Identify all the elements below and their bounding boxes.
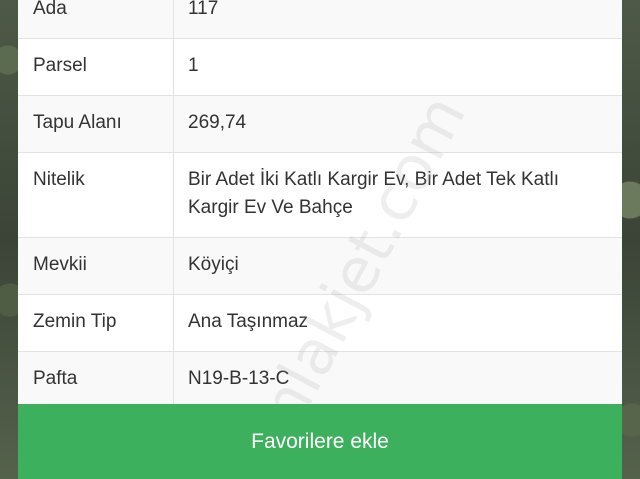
row-value: Ana Taşınmaz: [188, 311, 309, 332]
row-value: 117: [188, 0, 219, 19]
row-label: Parsel: [33, 55, 87, 76]
row-label: Zemin Tip: [33, 311, 117, 332]
table-row-pafta: Pafta N19-B-13-C: [18, 351, 622, 409]
table-row-tapu-alani: Tapu Alanı 269,74: [18, 95, 622, 153]
row-label: Pafta: [33, 368, 78, 389]
row-value: Bir Adet İki Katlı Kargir Ev, Bir Adet T…: [188, 169, 560, 218]
row-value: N19-B-13-C: [188, 368, 290, 389]
parcel-info-table: Ada 117 Parsel 1 Tapu Alanı 269,74 Nitel…: [18, 0, 622, 409]
table-row-ada: Ada 117: [18, 0, 622, 39]
row-label: Mevkii: [33, 254, 87, 275]
row-label: Ada: [33, 0, 67, 19]
table-row-parsel: Parsel 1: [18, 38, 622, 96]
table-row-zemin-tip: Zemin Tip Ana Taşınmaz: [18, 294, 622, 352]
row-value: Köyiçi: [188, 254, 239, 275]
add-to-favorites-button[interactable]: Favorilere ekle: [18, 404, 622, 479]
row-label: Nitelik: [33, 169, 85, 190]
row-value: 1: [188, 55, 199, 76]
table-row-nitelik: Nitelik Bir Adet İki Katlı Kargir Ev, Bi…: [18, 152, 622, 238]
table-row-mevkii: Mevkii Köyiçi: [18, 237, 622, 295]
row-value: 269,74: [188, 112, 247, 133]
row-label: Tapu Alanı: [33, 112, 122, 133]
parcel-info-card: Ada 117 Parsel 1 Tapu Alanı 269,74 Nitel…: [18, 0, 622, 479]
